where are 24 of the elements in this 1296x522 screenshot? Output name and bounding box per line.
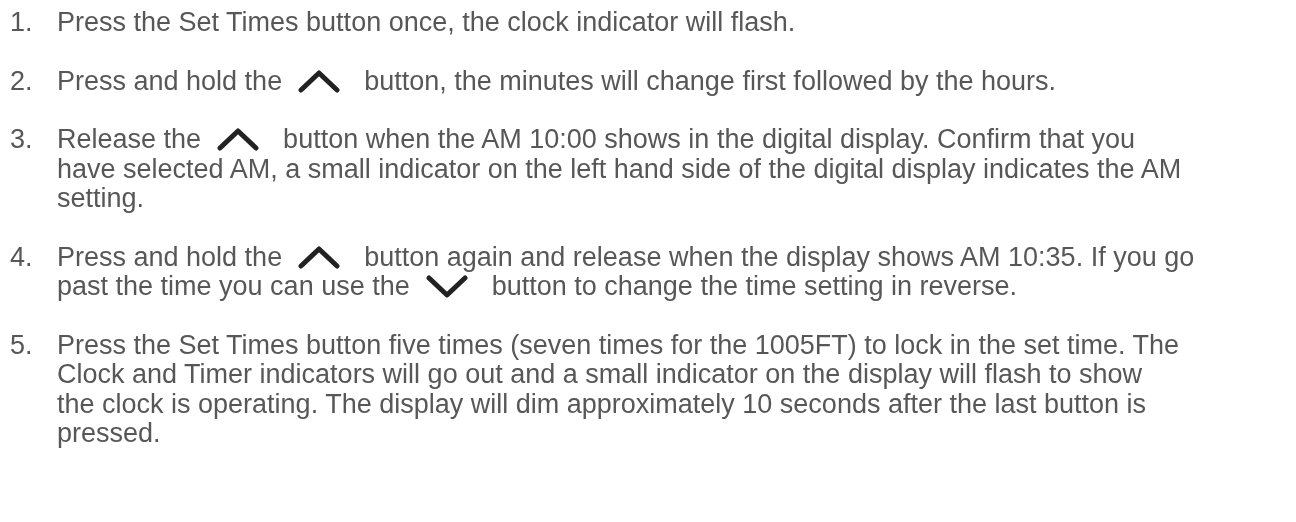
step-text: Press and hold the (57, 242, 283, 272)
step-number: 2. (10, 66, 34, 96)
step-number: 4. (10, 242, 34, 274)
step-text: Press the Set Times button once, the clock indicator will flash. (57, 8, 796, 38)
step-number: 3. (10, 125, 34, 156)
step-text: button to change the time setting in reverse. (491, 272, 1018, 302)
chevron-up-icon (298, 245, 341, 269)
step-text: the clock is operating. The display will dim approximately 10 seconds after the last button is (57, 389, 1147, 419)
step-text: pressed. (57, 419, 161, 449)
step-text: button when the AM 10:00 shows in the digital display. Confirm that you (283, 125, 1136, 155)
step-text: button, the minutes will change first followed by the hours. (364, 66, 1057, 96)
step-text: button again and release when the display shows AM 10:35. If you go (364, 242, 1195, 272)
step-text: setting. (57, 184, 145, 214)
step-text: Press and hold the (57, 66, 283, 96)
step-text: Press the Set Times button five times (seven times for the 1005FT) to lock in the set time. The (57, 330, 1179, 360)
chevron-up-icon (217, 128, 260, 152)
chevron-up-icon (298, 69, 341, 93)
step-text: have selected AM, a small indicator on the left hand side of the digital display indicates the AM (57, 154, 1182, 184)
step-text: past the time you can use the (57, 272, 410, 302)
chevron-down-icon (425, 275, 468, 299)
step-number: 1. (10, 8, 34, 38)
step-text: Release the (57, 125, 202, 155)
step-number: 5. (10, 330, 34, 362)
step-text: Clock and Timer indicators will go out and a small indicator on the display will flash to show (57, 360, 1142, 390)
